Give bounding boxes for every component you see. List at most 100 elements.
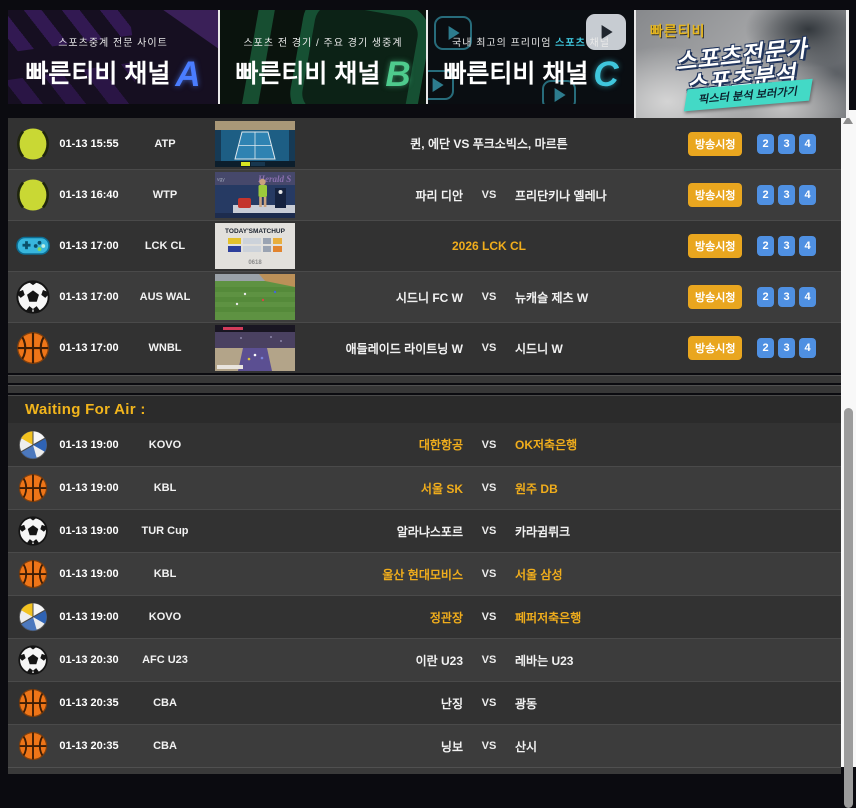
away-team: OK저축은행 xyxy=(501,436,678,453)
channel-3-button[interactable]: 3 xyxy=(778,134,795,154)
page-scrollbar[interactable] xyxy=(841,110,856,767)
volleyball-icon xyxy=(18,430,48,460)
match-thumbnail[interactable] xyxy=(215,274,295,320)
away-team: 카라귐뤼크 xyxy=(501,523,678,540)
svg-text:0618: 0618 xyxy=(248,260,262,266)
scrollbar-thumb[interactable] xyxy=(844,408,853,808)
league-name: KOVO xyxy=(120,611,210,623)
league-name: TUR Cup xyxy=(120,525,210,537)
league-name: KOVO xyxy=(120,439,210,451)
bottom-divider xyxy=(8,767,841,774)
match-time: 01-13 20:35 xyxy=(58,740,120,752)
watch-broadcast-button[interactable]: 방송시청 xyxy=(688,336,742,360)
match-time: 01-13 19:00 xyxy=(58,611,120,623)
channel-4-button[interactable]: 4 xyxy=(799,134,816,154)
channel-4-button[interactable]: 4 xyxy=(799,338,816,358)
home-team: 서울 SK xyxy=(300,480,477,497)
channel-buttons: 234 xyxy=(757,134,816,154)
channel-4-button[interactable]: 4 xyxy=(799,287,816,307)
channel-2-button[interactable]: 2 xyxy=(757,134,774,154)
banner-c-title: 빠른티비 채널 xyxy=(443,60,588,88)
watch-broadcast-button[interactable]: 방송시청 xyxy=(688,183,742,207)
channel-2-button[interactable]: 2 xyxy=(757,287,774,307)
svg-text:vgy: vgy xyxy=(217,177,225,183)
banner-channel-a[interactable]: 스포츠중계 전문 사이트 빠른티비 채널A xyxy=(8,10,218,104)
match-time: 01-13 19:00 xyxy=(58,482,120,494)
vs-label: VS xyxy=(477,482,501,494)
banner-sports-analysis[interactable]: 빠른티비 스포츠전문가 스포츠분석 픽스터 분석 보러가기 xyxy=(634,10,849,118)
away-team: 레바는 U23 xyxy=(501,652,678,669)
away-team: 프리단키나 옐레나 xyxy=(501,187,678,204)
live-match-row: 01-13 17:00AUS WAL시드니 FC WVS뉴캐슬 제츠 W방송시청… xyxy=(8,271,841,322)
soccer-icon xyxy=(18,645,48,675)
basketball-icon xyxy=(18,559,48,589)
soccer-icon xyxy=(18,516,48,546)
match-thumbnail[interactable]: Herald Svgy xyxy=(215,172,295,218)
away-team: 산시 xyxy=(501,738,678,755)
league-name: KBL xyxy=(120,568,210,580)
channel-2-button[interactable]: 2 xyxy=(757,236,774,256)
match-thumbnail[interactable]: TODAY'SMATCHUP0618 xyxy=(215,223,295,269)
channel-2-button[interactable]: 2 xyxy=(757,338,774,358)
live-match-row: 01-13 15:55ATP퀸, 에단 VS 푸크소빅스, 마르튼방송시청234 xyxy=(8,118,841,169)
match-time: 01-13 17:00 xyxy=(58,291,120,303)
vs-label: VS xyxy=(477,189,501,201)
vs-label: VS xyxy=(477,697,501,709)
match-time: 01-13 17:00 xyxy=(58,342,120,354)
home-team: 이란 U23 xyxy=(300,652,477,669)
soccer-icon xyxy=(16,280,50,314)
vs-label: VS xyxy=(477,342,501,354)
waiting-match-row: 01-13 19:00KBL서울 SKVS원주 DB xyxy=(8,466,841,509)
home-team: 대한항공 xyxy=(300,436,477,453)
home-team: 애들레이드 라이트닝 W xyxy=(300,340,477,357)
watch-broadcast-button[interactable]: 방송시청 xyxy=(688,285,742,309)
waiting-match-list: 01-13 19:00KOVO대한항공VSOK저축은행01-13 19:00KB… xyxy=(8,423,841,767)
league-name: CBA xyxy=(120,740,210,752)
waiting-match-row: 01-13 19:00KBL울산 현대모비스VS서울 삼성 xyxy=(8,552,841,595)
waiting-match-row: 01-13 20:35CBA닝보VS산시 xyxy=(8,724,841,767)
waiting-match-row: 01-13 19:00TUR Cup알라냐스포르VS카라귐뤼크 xyxy=(8,509,841,552)
vs-label: VS xyxy=(477,439,501,451)
channel-3-button[interactable]: 3 xyxy=(778,338,795,358)
home-team: 정관장 xyxy=(300,609,477,626)
banner-d-brand: 빠른티비 xyxy=(650,21,706,41)
vs-label: VS xyxy=(477,291,501,303)
waiting-match-row: 01-13 19:00KOVO정관장VS페퍼저축은행 xyxy=(8,595,841,638)
waiting-section-title: Waiting For Air : xyxy=(8,395,841,423)
match-thumbnail[interactable] xyxy=(215,325,295,371)
vs-label: VS xyxy=(477,654,501,666)
banner-channel-c[interactable]: 국내 최고의 프리미엄 스포츠 채널 빠른티비 채널C xyxy=(426,10,634,104)
channel-buttons: 234 xyxy=(757,287,816,307)
banner-channel-b[interactable]: 스포츠 전 경기 / 주요 경기 생중계 빠른티비 채널B xyxy=(218,10,426,104)
banner-c-channel-letter: C xyxy=(593,55,618,94)
channel-3-button[interactable]: 3 xyxy=(778,185,795,205)
channel-3-button[interactable]: 3 xyxy=(778,287,795,307)
tennis-icon xyxy=(16,178,50,212)
banner-a-tagline: 스포츠중계 전문 사이트 xyxy=(8,34,218,49)
channel-4-button[interactable]: 4 xyxy=(799,236,816,256)
banner-c-tagline: 국내 최고의 프리미엄 스포츠 채널 xyxy=(428,34,634,49)
live-match-row: 01-13 17:00WNBL애들레이드 라이트닝 WVS시드니 W방송시청23… xyxy=(8,322,841,373)
vs-label: VS xyxy=(477,740,501,752)
basketball-icon xyxy=(18,731,48,761)
channel-buttons: 234 xyxy=(757,185,816,205)
league-name: AFC U23 xyxy=(120,654,210,666)
waiting-match-row: 01-13 20:30AFC U23이란 U23VS레바는 U23 xyxy=(8,638,841,681)
watch-broadcast-button[interactable]: 방송시청 xyxy=(688,132,742,156)
channel-2-button[interactable]: 2 xyxy=(757,185,774,205)
match-title: 2026 LCK CL xyxy=(300,239,678,253)
away-team: 서울 삼성 xyxy=(501,566,678,583)
live-match-row: 01-13 16:40WTPHerald Svgy파리 디안VS프리단키나 옐레… xyxy=(8,169,841,220)
match-time: 01-13 17:00 xyxy=(58,240,120,252)
channel-buttons: 234 xyxy=(757,236,816,256)
league-name: ATP xyxy=(120,138,210,150)
basketball-icon xyxy=(18,688,48,718)
away-team: 광동 xyxy=(501,695,678,712)
match-time: 01-13 20:35 xyxy=(58,697,120,709)
match-thumbnail[interactable] xyxy=(215,121,295,167)
channel-4-button[interactable]: 4 xyxy=(799,185,816,205)
channel-3-button[interactable]: 3 xyxy=(778,236,795,256)
watch-broadcast-button[interactable]: 방송시청 xyxy=(688,234,742,258)
match-time: 01-13 19:00 xyxy=(58,525,120,537)
schedule-area: 01-13 15:55ATP퀸, 에단 VS 푸크소빅스, 마르튼방송시청234… xyxy=(8,118,841,774)
